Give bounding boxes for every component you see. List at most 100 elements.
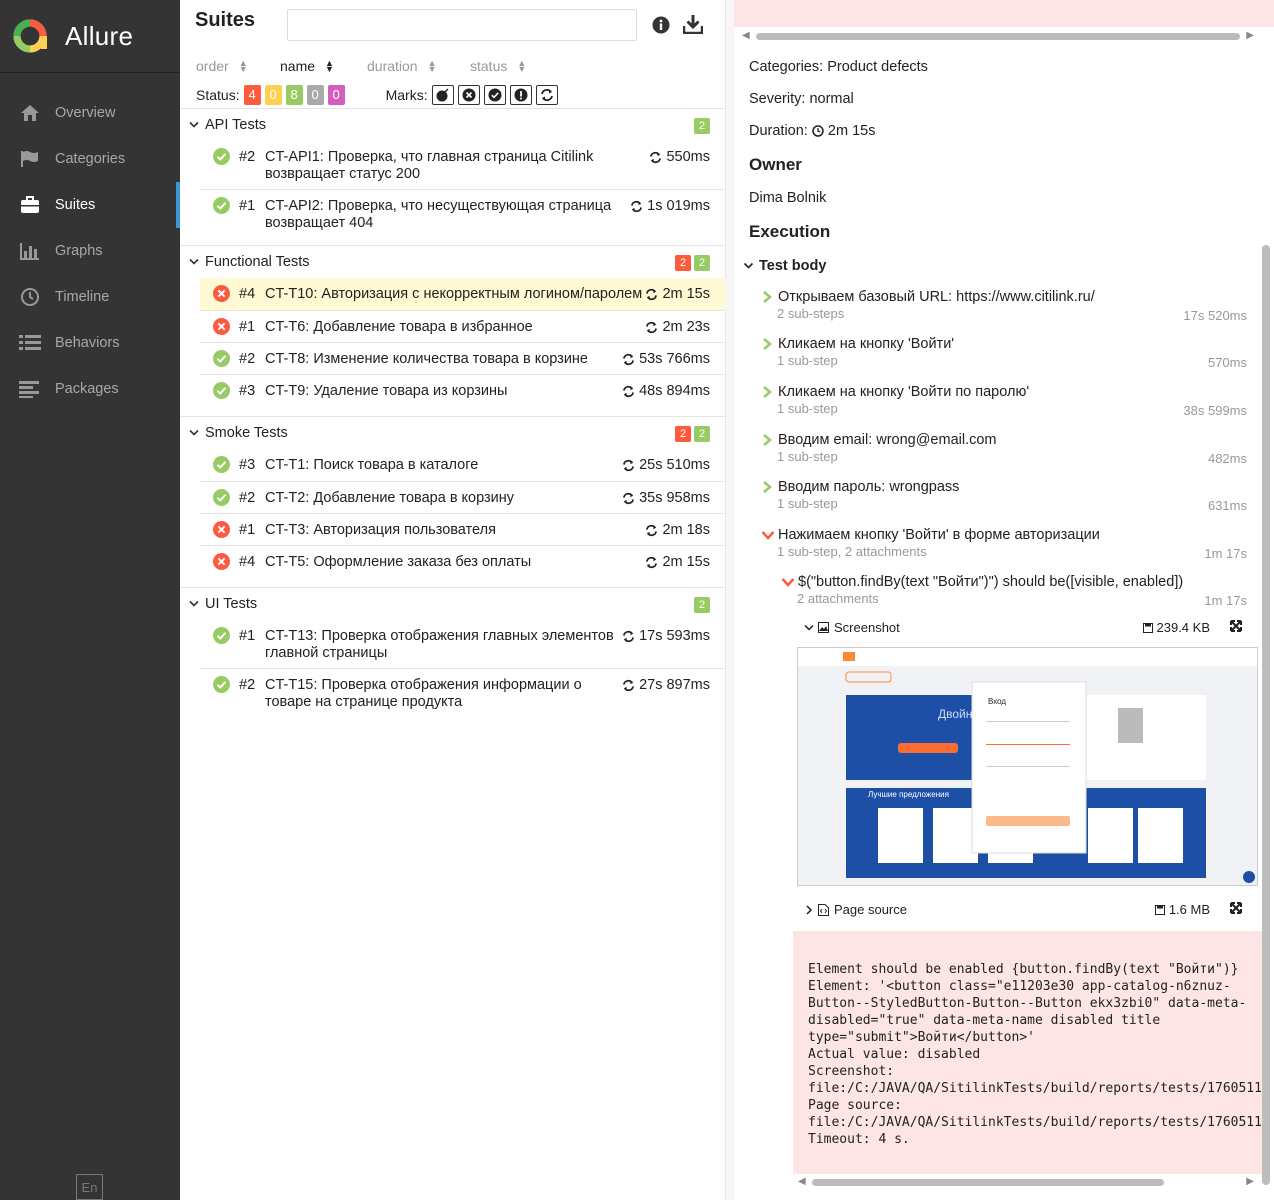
status-filter-skipped[interactable]: 0 <box>306 85 324 105</box>
nav-overview[interactable]: Overview <box>0 90 180 136</box>
nav-packages[interactable]: Packages <box>0 366 180 412</box>
test-row[interactable]: #1 CT-API2: Проверка, что несуществующая… <box>200 189 726 245</box>
status-filter-passed[interactable]: 8 <box>285 85 303 105</box>
horizontal-scrollbar[interactable]: ◀ ▶ <box>742 30 1254 42</box>
test-row[interactable]: #3 CT-T1: Поиск товара в каталоге 25s 51… <box>200 449 726 481</box>
align-left-icon <box>19 378 41 400</box>
test-row[interactable]: #4 CT-T10: Авторизация с некорректным ло… <box>200 278 726 310</box>
nav-label: Graphs <box>55 243 103 259</box>
test-row[interactable]: #2 CT-T8: Изменение количества товара в … <box>200 342 726 374</box>
step-item[interactable]: Вводим email: wrong@email.com 1 sub-step… <box>761 432 1247 466</box>
duration-value: 25s 510ms <box>639 457 710 473</box>
nav-label: Overview <box>55 105 116 121</box>
passed-count-badge: 2 <box>694 426 710 442</box>
exclamation-icon[interactable] <box>509 85 532 105</box>
failed-status-icon <box>213 318 230 338</box>
passed-status-icon <box>213 350 230 370</box>
step-item[interactable]: Кликаем на кнопку 'Войти по паролю' 1 su… <box>761 384 1247 418</box>
horizontal-scrollbar-bottom[interactable]: ◀ ▶ <box>742 1176 1254 1188</box>
chevron-down-icon <box>189 596 199 612</box>
duration-value: 35s 958ms <box>639 490 710 506</box>
step-substeps: 1 sub-step <box>777 353 838 368</box>
attachment-page-source[interactable]: Page source 1.6 MB <box>804 902 1244 917</box>
categories-value[interactable]: Product defects <box>827 59 928 75</box>
retry-icon[interactable] <box>535 85 558 105</box>
nav-behaviors[interactable]: Behaviors <box>0 320 180 366</box>
passed-status-icon <box>213 148 230 168</box>
test-name: CT-T10: Авторизация с некорректным логин… <box>265 286 643 302</box>
retry-icon <box>646 288 658 300</box>
nav-categories[interactable]: Categories <box>0 136 180 182</box>
test-row[interactable]: #4 CT-T5: Оформление заказа без оплаты 2… <box>200 545 726 587</box>
status-filter-unknown[interactable]: 0 <box>327 85 345 105</box>
image-icon <box>818 622 829 633</box>
sort-status[interactable]: status ▲ ▼ <box>470 58 526 74</box>
scroll-right-icon[interactable]: ▶ <box>1246 1176 1254 1187</box>
status-filter-broken[interactable]: 0 <box>264 85 282 105</box>
sort-order[interactable]: order ▲ ▼ <box>196 58 280 74</box>
test-row[interactable]: #2 CT-T2: Добавление товара в корзину 35… <box>200 481 726 513</box>
step-item[interactable]: Открываем базовый URL: https://www.citil… <box>761 289 1247 323</box>
suite-group-header[interactable]: Smoke Tests 2 2 <box>180 417 726 449</box>
test-row[interactable]: #1 CT-T13: Проверка отображения главных … <box>200 620 726 668</box>
nav-suites[interactable]: Suites <box>0 182 180 228</box>
floppy-icon <box>1142 622 1153 633</box>
nav-label: Suites <box>55 197 96 213</box>
status-filter-failed[interactable]: 4 <box>243 85 261 105</box>
flag-icon <box>19 148 41 170</box>
brand[interactable]: Allure <box>0 0 180 73</box>
step-item[interactable]: Вводим пароль: wrongpass 1 sub-step 631m… <box>761 479 1247 513</box>
nav-label: Packages <box>55 381 119 397</box>
info-icon[interactable] <box>652 16 670 37</box>
step-item[interactable]: Кликаем на кнопку 'Войти' 1 sub-step 570… <box>761 336 1247 370</box>
test-number: #1 <box>239 522 256 538</box>
test-row[interactable]: #2 CT-API1: Проверка, что главная страни… <box>200 141 726 189</box>
test-body-toggle[interactable]: Test body <box>743 258 826 274</box>
nav-graphs[interactable]: Graphs <box>0 228 180 274</box>
retry-icon <box>623 679 635 691</box>
nav-timeline[interactable]: Timeline <box>0 274 180 320</box>
close-circle-icon[interactable] <box>457 85 480 105</box>
suite-group-header[interactable]: Functional Tests 2 2 <box>180 246 726 278</box>
test-row[interactable]: #2 CT-T15: Проверка отображения информац… <box>200 668 726 716</box>
scroll-left-icon[interactable]: ◀ <box>742 30 750 41</box>
duration-value: 2m 18s <box>662 522 710 538</box>
test-row[interactable]: #3 CT-T9: Удаление товара из корзины 48s… <box>200 374 726 416</box>
expand-icon[interactable] <box>1230 902 1242 917</box>
suite-group-counts: 2 <box>691 118 710 134</box>
retry-icon <box>623 492 635 504</box>
scroll-left-icon[interactable]: ◀ <box>798 1176 806 1187</box>
search-input[interactable] <box>287 9 637 41</box>
duration-value: 48s 894ms <box>639 383 710 399</box>
scrollbar-thumb[interactable] <box>756 33 1240 40</box>
size-value: 1.6 MB <box>1168 902 1210 917</box>
download-icon[interactable] <box>682 14 704 37</box>
sort-arrows-icon: ▲ ▼ <box>238 58 248 74</box>
vertical-scrollbar[interactable] <box>1262 245 1270 1185</box>
scrollbar-thumb[interactable] <box>812 1179 1164 1186</box>
test-duration: 25s 510ms <box>622 457 710 473</box>
attachment-screenshot[interactable]: Screenshot 239.4 KB <box>804 620 1244 635</box>
check-circle-icon[interactable] <box>483 85 506 105</box>
expand-icon[interactable] <box>1230 620 1242 635</box>
substep-item-failed[interactable]: $("button.findBy(text "Войти")") should … <box>781 574 1247 608</box>
test-name: CT-T3: Авторизация пользователя <box>265 522 496 538</box>
test-number: #2 <box>239 490 256 506</box>
screenshot-image[interactable]: Лучшие предложения Двойн Вход <box>797 647 1258 886</box>
bomb-icon[interactable] <box>431 85 454 105</box>
suite-group-header[interactable]: UI Tests 2 <box>180 588 726 620</box>
step-item-failed[interactable]: Нажимаем кнопку 'Войти' в форме авториза… <box>761 527 1247 561</box>
scroll-right-icon[interactable]: ▶ <box>1246 30 1254 41</box>
suite-group: Smoke Tests 2 2 #3 CT-T1: Поиск товара в… <box>180 416 726 587</box>
chevron-down-icon <box>761 531 775 540</box>
sort-name[interactable]: name ▲ ▼ <box>280 58 367 74</box>
sort-duration[interactable]: duration ▲ ▼ <box>367 58 470 74</box>
test-row[interactable]: #1 CT-T3: Авторизация пользователя 2m 18… <box>200 513 726 545</box>
suite-group-header[interactable]: API Tests 2 <box>180 109 726 141</box>
test-row[interactable]: #1 CT-T6: Добавление товара в избранное … <box>200 310 726 342</box>
language-button[interactable]: En <box>76 1174 103 1200</box>
test-number: #2 <box>239 351 256 367</box>
step-substeps: 1 sub-step, 2 attachments <box>777 544 927 559</box>
pane-splitter[interactable] <box>726 0 734 1200</box>
chevron-down-icon <box>781 578 795 587</box>
